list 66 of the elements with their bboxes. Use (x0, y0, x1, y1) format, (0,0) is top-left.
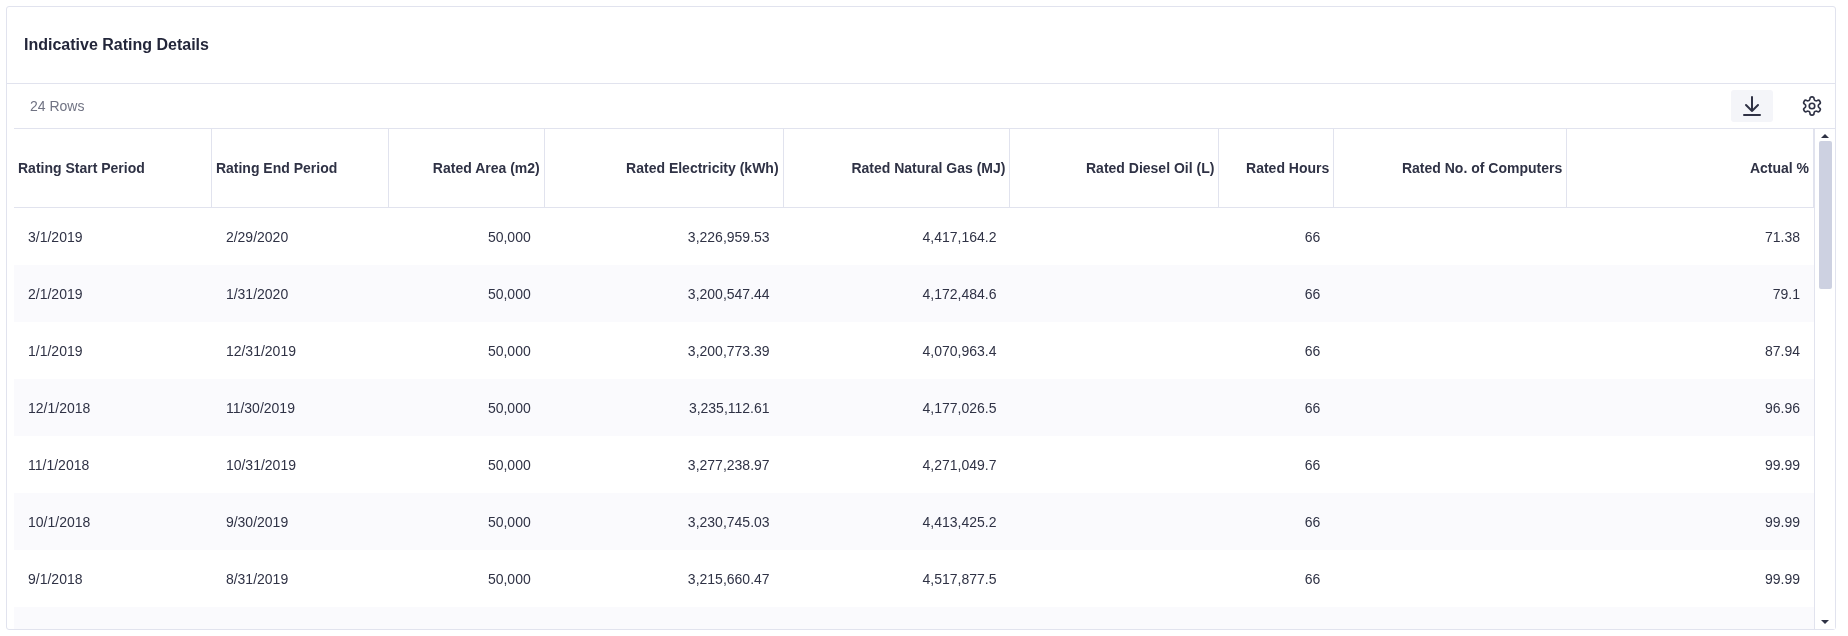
column-header[interactable]: Rated Electricity (kWh) (544, 129, 784, 207)
table-cell: 66 (1304, 342, 1321, 359)
table-cell: 10/31/2019 (225, 456, 296, 473)
table-cell: 66 (1304, 228, 1321, 245)
table-cell: 4,271,049.7 (922, 456, 997, 473)
download-icon (1742, 95, 1762, 117)
table-cell: 3,215,660.47 (687, 570, 770, 587)
column-header[interactable]: Rating End Period (211, 129, 389, 207)
table-cell: 3,200,773.39 (687, 342, 770, 359)
column-header[interactable]: Rated Hours (1219, 129, 1335, 207)
scrollbar[interactable] (1814, 129, 1835, 629)
table-cell: 50,000 (487, 342, 531, 359)
download-button[interactable] (1731, 90, 1773, 122)
table-cell: 8/31/2019 (225, 570, 289, 587)
scrollbar-thumb[interactable] (1818, 141, 1832, 289)
table-cell: 3,230,745.03 (687, 513, 770, 530)
table-cell: 3,226,959.53 (687, 228, 770, 245)
table-cell: 4,070,963.4 (922, 342, 997, 359)
table-cell: 9/30/2019 (225, 513, 289, 530)
table-cell: 50,000 (487, 570, 531, 587)
column-header[interactable]: Rated Natural Gas (MJ) (783, 129, 1011, 207)
table-cell: 1/1/2019 (28, 342, 83, 359)
table-cell: 66 (1304, 513, 1321, 530)
table-cell: 4,172,484.6 (922, 285, 997, 302)
table-cell: 66 (1304, 456, 1321, 473)
table-cell: 50,000 (487, 399, 531, 416)
table-cell: 11/30/2019 (225, 399, 295, 416)
table-cell: 2/29/2020 (225, 228, 289, 245)
table-cell: 79.1 (1772, 285, 1801, 302)
table-cell: 50,000 (487, 285, 531, 302)
column-header[interactable]: Rated Area (m2) (388, 129, 545, 207)
table-cell: 3,200,547.44 (687, 285, 770, 302)
table-cell: 99.99 (1765, 456, 1801, 473)
column-header[interactable]: Rated Diesel Oil (L) (1010, 129, 1220, 207)
table-cell: 1/31/2020 (225, 285, 289, 302)
table-cell: 4,517,877.5 (922, 570, 997, 587)
table-cell: 66 (1304, 570, 1321, 587)
column-header[interactable]: Rated No. of Computers (1334, 129, 1568, 207)
table-cell: 9/1/2018 (28, 570, 83, 587)
table-cell: 12/1/2018 (28, 399, 91, 416)
settings-icon (1801, 95, 1823, 117)
scroll-up-icon[interactable] (1821, 133, 1829, 139)
panel-title: Indicative Rating Details (24, 36, 209, 54)
table-cell: 66 (1304, 285, 1321, 302)
table-cell: 3,277,238.97 (687, 456, 770, 473)
table-cell: 96.96 (1765, 399, 1801, 416)
table-cell: 87.94 (1765, 342, 1801, 359)
row-count: 24 Rows (30, 98, 86, 114)
table-cell: 12/31/2019 (225, 342, 296, 359)
table-cell: 2/1/2019 (28, 285, 83, 302)
table-cell: 4,413,425.2 (922, 513, 997, 530)
scroll-down-icon[interactable] (1821, 619, 1829, 625)
table-cell: 71.38 (1765, 228, 1801, 245)
table-cell: 3,235,112.61 (688, 399, 770, 416)
table-cell: 4,177,026.5 (922, 399, 997, 416)
table-cell: 10/1/2018 (28, 513, 91, 530)
table-cell: 99.99 (1765, 570, 1801, 587)
table-cell: 50,000 (487, 513, 531, 530)
table-cell: 3/1/2019 (28, 228, 83, 245)
table-cell: 50,000 (487, 456, 531, 473)
table-cell: 4,417,164.2 (922, 228, 997, 245)
column-header[interactable]: Rating Start Period (14, 129, 212, 207)
table-cell: 66 (1304, 399, 1321, 416)
table-cell: 50,000 (487, 228, 531, 245)
table-cell: 99.99 (1765, 513, 1801, 530)
table-cell: 11/1/2018 (28, 456, 90, 473)
